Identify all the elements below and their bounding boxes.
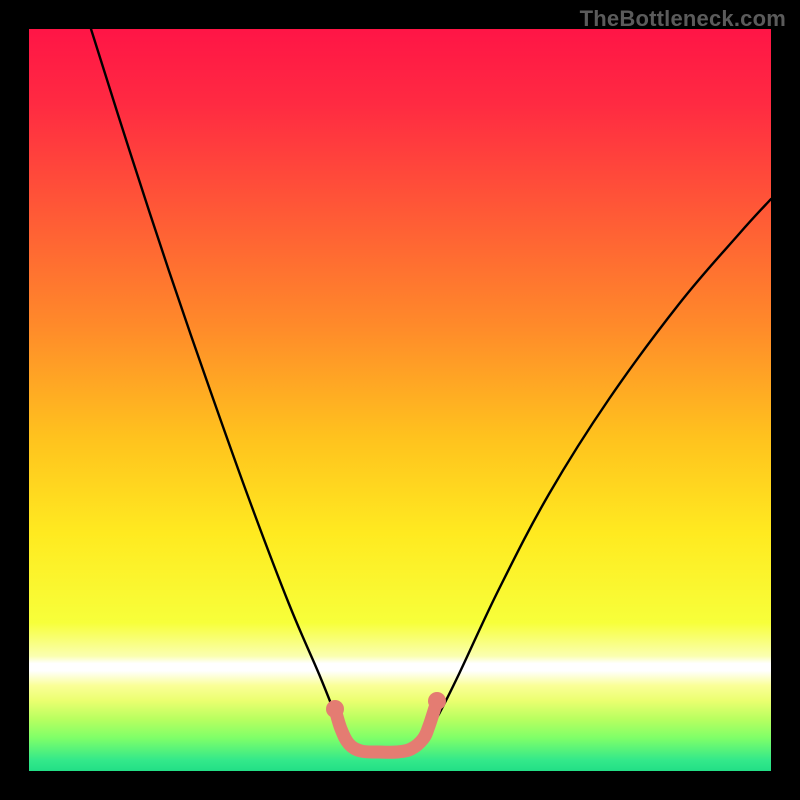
gradient-background bbox=[29, 29, 771, 771]
valley-marker-dot-left bbox=[326, 700, 344, 718]
bottleneck-plot bbox=[29, 29, 771, 771]
watermark-text: TheBottleneck.com bbox=[580, 6, 786, 32]
valley-marker-dot-right bbox=[428, 692, 446, 710]
chart-frame: TheBottleneck.com bbox=[0, 0, 800, 800]
